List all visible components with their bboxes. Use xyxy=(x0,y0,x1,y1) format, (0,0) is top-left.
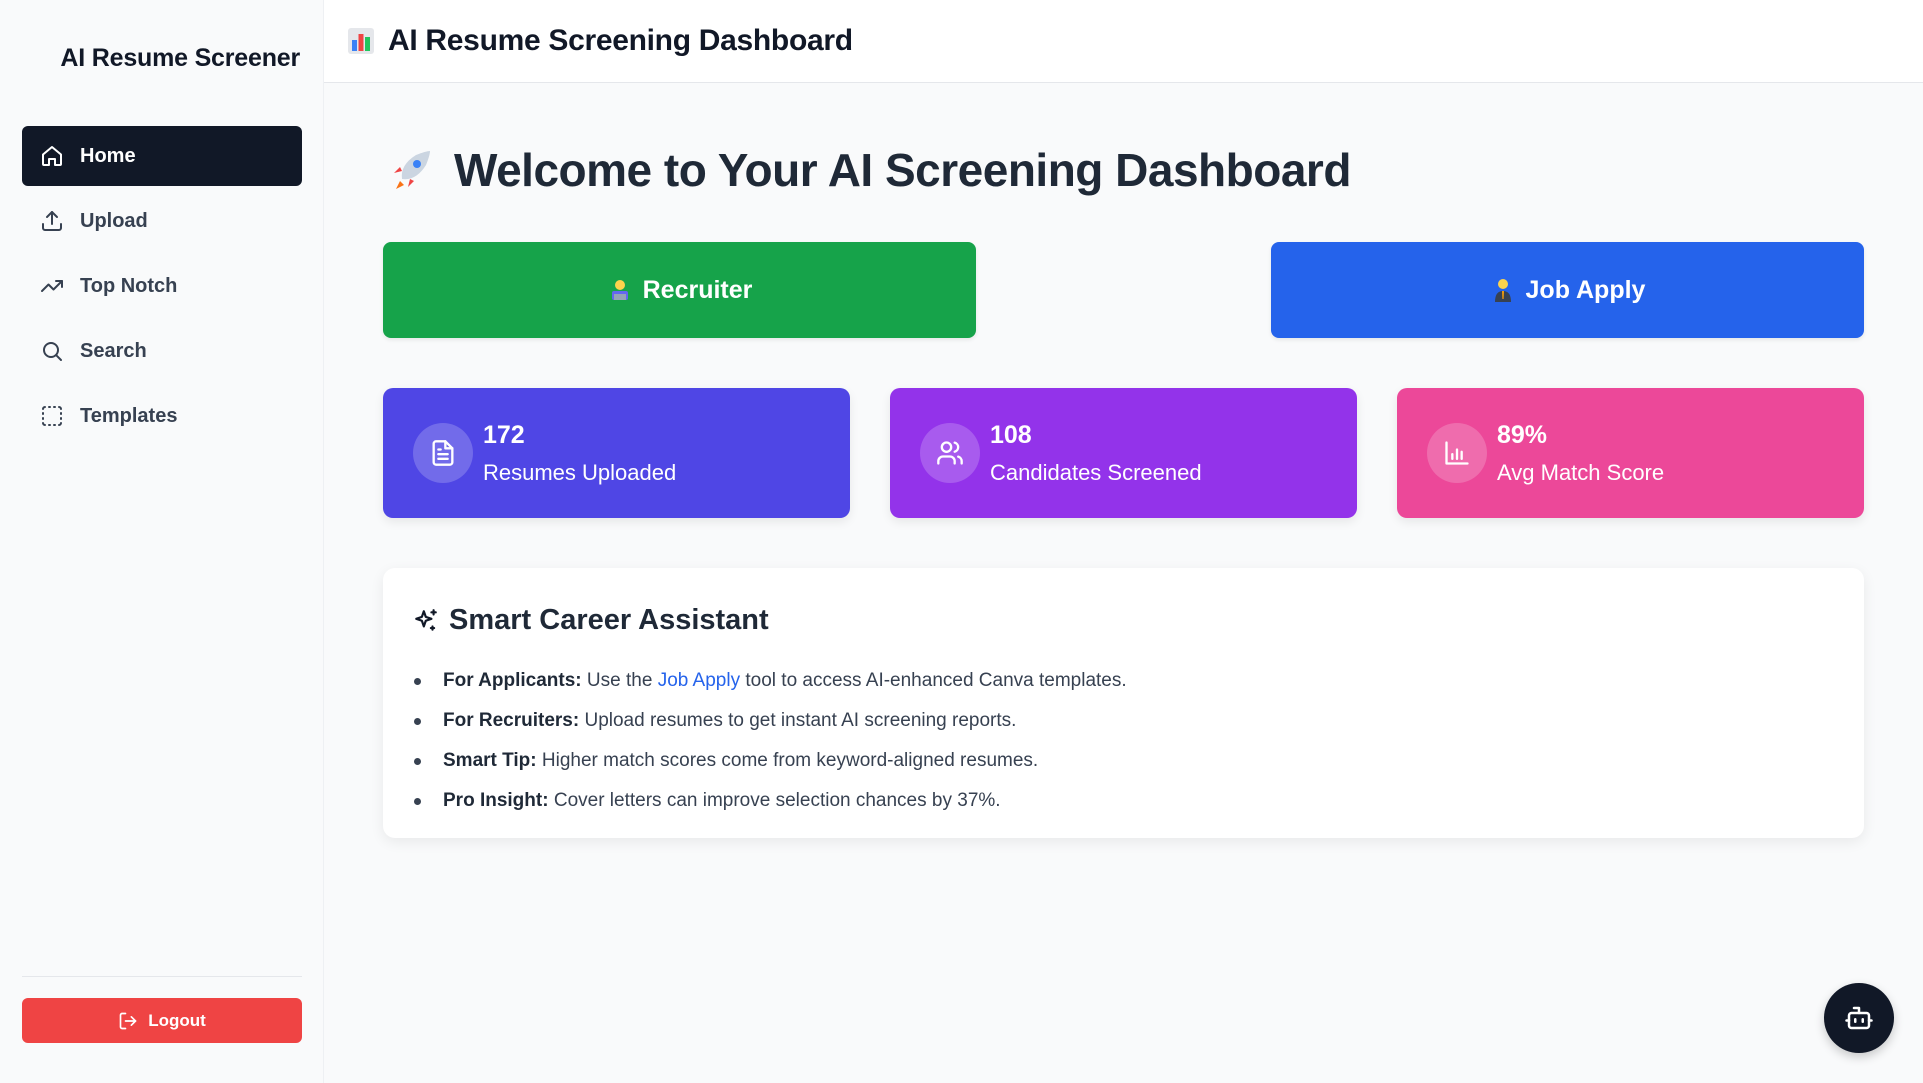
stat-card-resumes: 172 Resumes Uploaded xyxy=(383,388,850,518)
welcome-title: Welcome to Your AI Screening Dashboard xyxy=(454,144,1351,196)
sidebar-nav: Home Upload Top Notch Search Templates xyxy=(22,126,302,451)
main-content: Welcome to Your AI Screening Dashboard R… xyxy=(324,83,1923,1083)
sidebar-item-templates[interactable]: Templates xyxy=(22,386,302,446)
stat-value: 172 xyxy=(483,420,525,449)
assistant-title: Smart Career Assistant xyxy=(449,604,769,636)
trending-up-icon xyxy=(40,274,64,298)
tip-heading: Smart Tip: xyxy=(443,750,537,771)
sidebar-item-label: Upload xyxy=(80,209,148,232)
tip-heading: For Recruiters: xyxy=(443,710,580,731)
list-item: Pro Insight: Cover letters can improve s… xyxy=(414,781,1127,821)
page-title: AI Resume Screening Dashboard xyxy=(388,24,853,57)
stat-value: 108 xyxy=(990,420,1032,449)
file-icon xyxy=(413,423,473,483)
job-apply-button[interactable]: Job Apply xyxy=(1271,242,1864,338)
job-apply-link[interactable]: Job Apply xyxy=(658,670,740,691)
sidebar-item-label: Home xyxy=(80,144,136,167)
bar-chart-emoji-icon xyxy=(346,26,376,56)
sidebar-item-search[interactable]: Search xyxy=(22,321,302,381)
technologist-emoji-icon xyxy=(607,277,633,303)
stat-label: Candidates Screened xyxy=(990,459,1202,485)
chatbot-button[interactable] xyxy=(1824,983,1894,1053)
dashed-square-icon xyxy=(40,404,64,428)
tip-text: Cover letters can improve selection chan… xyxy=(548,790,1001,811)
tip-heading: For Applicants: xyxy=(443,670,582,691)
logout-button[interactable]: Logout xyxy=(22,998,302,1043)
stat-label: Resumes Uploaded xyxy=(483,459,677,485)
sidebar-item-label: Templates xyxy=(80,404,178,427)
tip-heading: Pro Insight: xyxy=(443,790,549,811)
sidebar-divider xyxy=(22,976,302,977)
sidebar-item-label: Top Notch xyxy=(80,274,178,297)
home-icon xyxy=(40,144,64,168)
users-icon xyxy=(920,423,980,483)
list-item: For Applicants: Use the Job Apply tool t… xyxy=(414,661,1127,701)
stat-value: 89% xyxy=(1497,420,1548,449)
sidebar-item-label: Search xyxy=(80,339,147,362)
top-header: AI Resume Screening Dashboard xyxy=(324,0,1923,83)
tip-text: Higher match scores come from keyword-al… xyxy=(536,750,1039,771)
stat-card-match-score: 89% Avg Match Score xyxy=(1397,388,1864,518)
sidebar-item-top-notch[interactable]: Top Notch xyxy=(22,256,302,316)
tip-text: Upload resumes to get instant AI screeni… xyxy=(579,710,1017,731)
tip-text: Use the xyxy=(581,670,658,691)
welcome-heading: Welcome to Your AI Screening Dashboard xyxy=(386,143,1351,197)
bot-icon xyxy=(1844,1003,1874,1033)
search-icon xyxy=(40,339,64,363)
list-item: Smart Tip: Higher match scores come from… xyxy=(414,741,1127,781)
smart-career-assistant-card: Smart Career Assistant For Applicants: U… xyxy=(383,568,1864,838)
bar-chart-icon xyxy=(1427,423,1487,483)
recruiter-label: Recruiter xyxy=(642,275,753,304)
sidebar-item-upload[interactable]: Upload xyxy=(22,191,302,251)
job-apply-label: Job Apply xyxy=(1525,275,1646,304)
logout-label: Logout xyxy=(148,1010,206,1030)
tips-list: For Applicants: Use the Job Apply tool t… xyxy=(414,661,1127,821)
sidebar: AI Resume Screener Home Upload Top Notch… xyxy=(0,0,324,1083)
app-brand: AI Resume Screener xyxy=(60,44,300,72)
upload-icon xyxy=(40,209,64,233)
list-item: For Recruiters: Upload resumes to get in… xyxy=(414,701,1127,741)
tip-text: tool to access AI-enhanced Canva templat… xyxy=(740,670,1127,691)
stat-card-candidates: 108 Candidates Screened xyxy=(890,388,1357,518)
recruiter-button[interactable]: Recruiter xyxy=(383,242,976,338)
sidebar-item-home[interactable]: Home xyxy=(22,126,302,186)
rocket-emoji-icon xyxy=(386,145,436,195)
office-worker-emoji-icon xyxy=(1490,277,1516,303)
stat-label: Avg Match Score xyxy=(1497,459,1665,485)
logout-icon xyxy=(118,1011,138,1031)
sparkles-icon xyxy=(413,608,439,634)
